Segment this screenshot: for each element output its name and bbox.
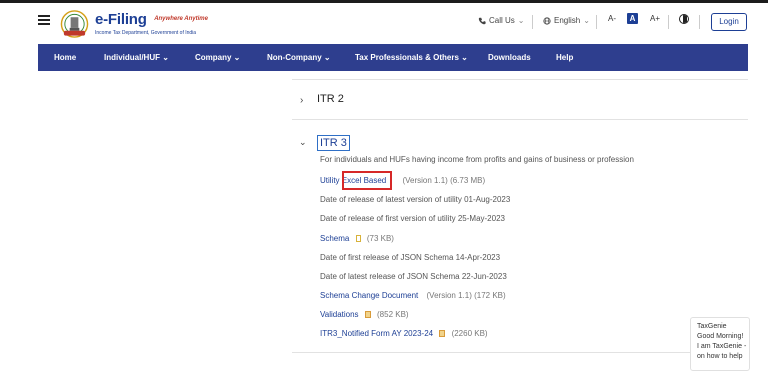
highlight-box (342, 171, 392, 190)
schema-meta: (73 KB) (366, 234, 394, 243)
validations-row: Validations (852 KB) (320, 310, 409, 319)
header: e-Filing Anywhere Anytime Income Tax Dep… (0, 3, 768, 44)
divider (532, 15, 533, 29)
pdf-icon (364, 311, 371, 318)
divider (596, 15, 597, 29)
schema-change-link[interactable]: Schema Change Document (320, 291, 418, 300)
latest-release-text: Date of release of latest version of uti… (320, 195, 511, 204)
json-first-release-text: Date of first release of JSON Schema 14-… (320, 253, 501, 262)
emblem-logo-icon (60, 10, 89, 38)
language-selector[interactable]: English ⌄ (543, 16, 590, 25)
nav-tax-professionals[interactable]: Tax Professionals & Others ⌄ (355, 44, 468, 71)
brand-subtitle: Income Tax Department, Government of Ind… (95, 30, 197, 36)
divider (699, 15, 700, 29)
language-label: English (554, 16, 581, 25)
itr3-accordion-title[interactable]: ITR 3 (317, 135, 350, 151)
font-decrease-button[interactable]: A- (608, 14, 616, 23)
schema-link[interactable]: Schema (320, 234, 349, 243)
first-release-text: Date of release of first version of util… (320, 214, 505, 223)
phone-icon (478, 17, 486, 24)
notified-form-row: ITR3_Notified Form AY 2023-24 (2260 KB) (320, 329, 488, 338)
pdf-icon (439, 330, 446, 337)
notified-form-link[interactable]: ITR3_Notified Form AY 2023-24 (320, 329, 433, 338)
call-us-label: Call Us (489, 16, 515, 25)
chevron-down-icon[interactable]: ⌄ (299, 137, 307, 148)
divider (668, 15, 669, 29)
contrast-icon[interactable] (679, 14, 689, 24)
validations-link[interactable]: Validations (320, 310, 359, 319)
notified-form-meta: (2260 KB) (451, 329, 488, 338)
chat-intro: I am TaxGenie - (697, 343, 747, 350)
globe-icon (543, 16, 551, 25)
divider (292, 352, 748, 353)
json-latest-release-text: Date of latest release of JSON Schema 22… (320, 272, 507, 281)
validations-meta: (852 KB) (377, 310, 409, 319)
itr3-description: For individuals and HUFs having income f… (320, 155, 634, 164)
call-us-button[interactable]: Call Us ⌄ (478, 16, 524, 25)
chevron-down-icon: ⌄ (583, 16, 590, 25)
font-increase-button[interactable]: A+ (650, 14, 660, 23)
nav-individual-huf[interactable]: Individual/HUF ⌄ (104, 44, 169, 71)
itr2-accordion-title[interactable]: ITR 2 (317, 93, 344, 105)
schema-change-meta: (Version 1.1) (172 KB) (426, 291, 506, 300)
brand-tagline: Anywhere Anytime (154, 16, 208, 22)
chevron-right-icon[interactable]: › (300, 95, 303, 106)
main-nav: Home Individual/HUF ⌄ Company ⌄ Non-Comp… (38, 44, 748, 71)
taxgenie-chat-widget[interactable]: TaxGenie Good Morning! I am TaxGenie - o… (690, 317, 750, 371)
chevron-down-icon: ⌄ (517, 16, 525, 25)
font-normal-button[interactable]: A (627, 13, 638, 24)
chat-greeting: Good Morning! (697, 333, 744, 340)
nav-home[interactable]: Home (54, 44, 76, 71)
login-button[interactable]: Login (711, 13, 747, 31)
nav-company[interactable]: Company ⌄ (195, 44, 240, 71)
file-icon (355, 235, 361, 242)
nav-help[interactable]: Help (556, 44, 573, 71)
schema-row: Schema (73 KB) (320, 234, 394, 243)
brand[interactable]: e-Filing Anywhere Anytime Income Tax Dep… (95, 11, 208, 36)
nav-downloads[interactable]: Downloads (488, 44, 531, 71)
chat-title: TaxGenie (697, 323, 727, 330)
schema-change-row: Schema Change Document (Version 1.1) (17… (320, 291, 506, 300)
menu-icon[interactable] (38, 15, 50, 25)
divider (292, 119, 748, 120)
brand-title: e-Filing (95, 11, 147, 28)
chat-help: on how to help (697, 353, 743, 360)
divider (292, 79, 748, 80)
nav-non-company[interactable]: Non-Company ⌄ (267, 44, 331, 71)
utility-meta: (Version 1.1) (6.73 MB) (402, 176, 486, 185)
